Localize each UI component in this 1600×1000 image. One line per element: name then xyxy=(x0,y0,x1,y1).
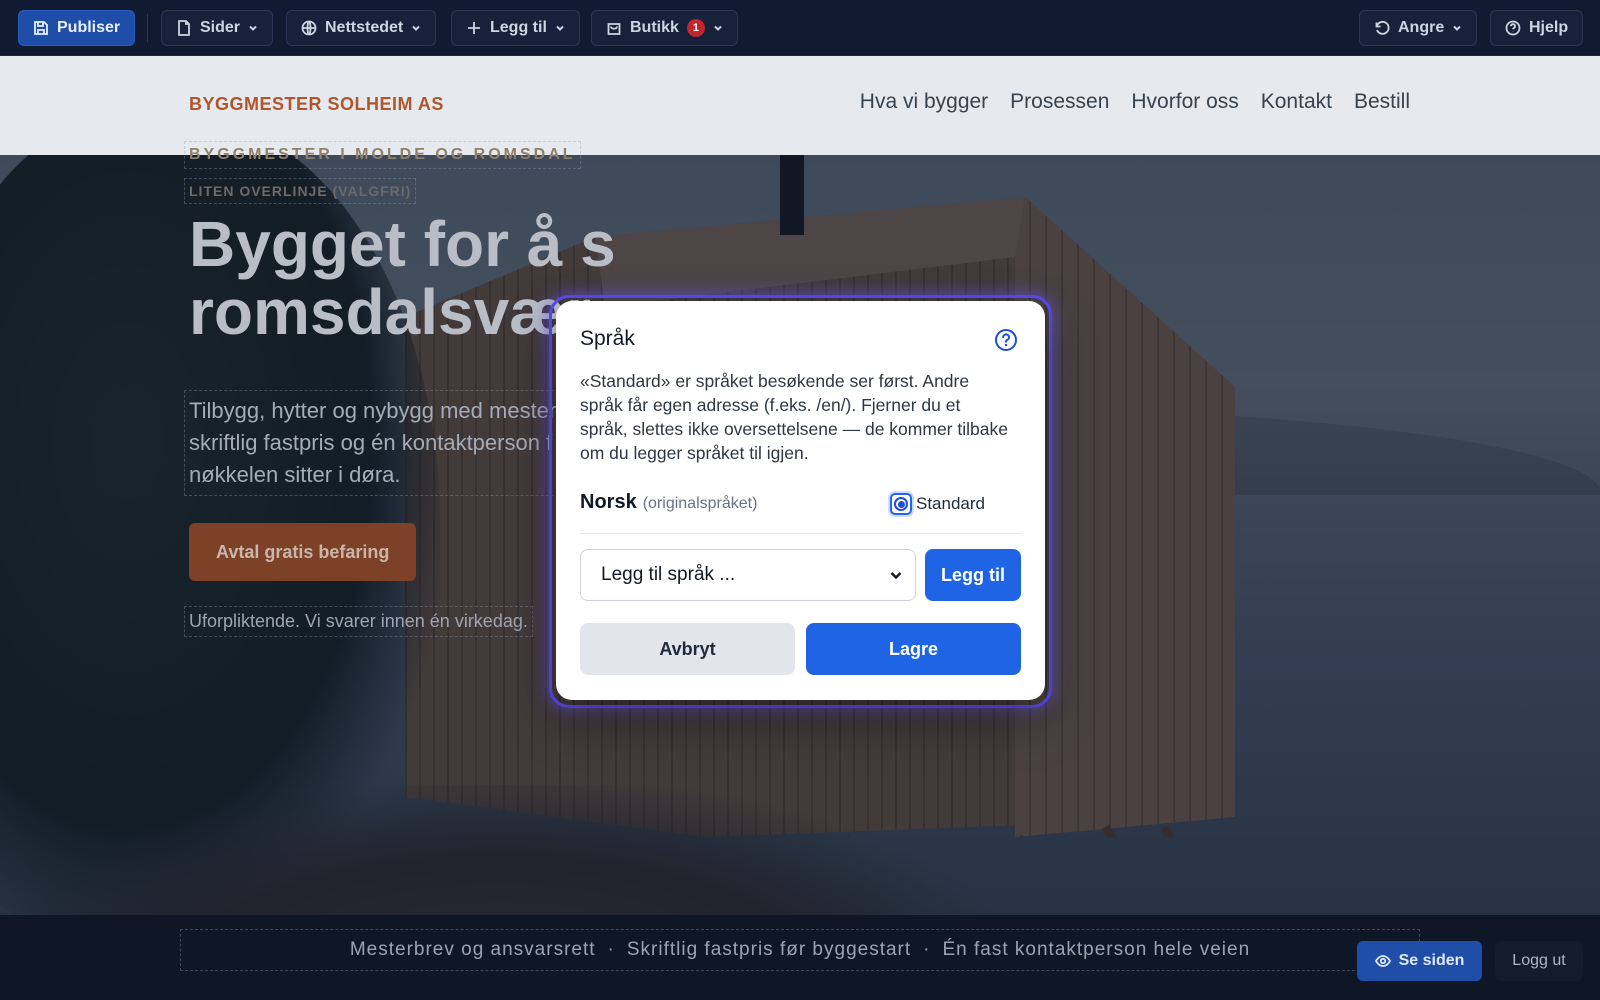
trust-list: Mesterbrev og ansvarsrett · Skriftlig fa… xyxy=(180,929,1420,971)
save-button[interactable]: Lagre xyxy=(806,623,1021,675)
help-icon[interactable] xyxy=(994,328,1018,352)
hero-title-line-1: Bygget for å s xyxy=(189,208,616,280)
book-inspection-button[interactable]: Avtal gratis befaring xyxy=(189,523,417,581)
trust-item-contact-person: Én fast kontaktperson hele veien xyxy=(942,939,1251,960)
undo-icon xyxy=(1375,20,1390,35)
trust-item-fixed-price: Skriftlig fastpris før byggestart xyxy=(626,939,912,960)
website-menu-button[interactable]: Nettstedet xyxy=(286,10,437,46)
trust-separator: · xyxy=(923,939,931,960)
publish-button[interactable]: Publiser xyxy=(18,10,136,46)
cancel-button[interactable]: Avbryt xyxy=(580,623,795,675)
trust-separator: · xyxy=(607,939,615,960)
language-dialog: Språk «Standard» er språket besøkende se… xyxy=(556,301,1045,700)
chevron-down-icon xyxy=(714,25,722,31)
trust-item-certificate: Mesterbrev og ansvarsrett xyxy=(349,939,596,960)
shop-count-badge: 1 xyxy=(686,19,705,37)
dialog-title: Språk xyxy=(580,327,635,350)
default-radio[interactable] xyxy=(890,493,912,515)
radio-selected-dot xyxy=(894,497,908,511)
chevron-down-icon xyxy=(890,572,902,580)
chevron-down-icon xyxy=(412,25,420,31)
admin-toolbar: Publiser Sider Nettstedet Legg til Butik… xyxy=(0,0,1600,56)
logout-button[interactable]: Logg ut xyxy=(1495,941,1583,981)
eye-icon xyxy=(1374,955,1391,967)
hero-overline: LITEN OVERLINJE (VALGFRI) xyxy=(183,178,417,204)
undo-button[interactable]: Angre xyxy=(1359,10,1478,46)
view-site-button[interactable]: Se siden xyxy=(1357,941,1482,981)
site-header: BYGGMESTER SOLHEIM AS Hva vi bygger Pros… xyxy=(0,56,1600,155)
plus-icon xyxy=(468,22,480,34)
help-label: Hjelp xyxy=(1529,19,1569,36)
dialog-divider xyxy=(580,533,1021,534)
cta-note: Uforpliktende. Vi svarer innen én virked… xyxy=(184,606,533,637)
language-original-note: (originalspråket) xyxy=(642,495,758,512)
chevron-down-icon xyxy=(556,25,564,31)
help-icon xyxy=(1505,20,1521,36)
view-site-label: Se siden xyxy=(1398,952,1465,969)
default-label: Standard xyxy=(916,494,985,513)
chevron-down-icon xyxy=(1453,25,1461,31)
help-button[interactable]: Hjelp xyxy=(1490,10,1584,46)
add-language-select[interactable]: Legg til språk ... xyxy=(580,549,916,601)
chevron-down-icon xyxy=(249,25,257,31)
nav-item-process[interactable]: Prosessen xyxy=(1010,90,1109,114)
publish-label: Publiser xyxy=(57,19,121,36)
nav-item-why-us[interactable]: Hvorfor oss xyxy=(1131,90,1238,114)
pages-menu-button[interactable]: Sider xyxy=(161,10,274,46)
shop-menu-button[interactable]: Butikk 1 xyxy=(591,10,738,46)
shopping-bag-icon xyxy=(607,23,621,35)
hero-lead-text: Tilbygg, hytter og nybygg med mester skr… xyxy=(184,390,614,496)
add-label: Legg til xyxy=(490,19,547,36)
dialog-description: «Standard» er språket besøkende ser førs… xyxy=(580,371,1008,463)
site-nav: Hva vi bygger Prosessen Hvorfor oss Kont… xyxy=(860,90,1410,114)
nav-item-contact[interactable]: Kontakt xyxy=(1261,90,1332,114)
language-name: Norsk xyxy=(580,491,637,513)
undo-label: Angre xyxy=(1398,19,1445,36)
save-icon xyxy=(34,21,48,35)
nav-item-order[interactable]: Bestill xyxy=(1354,90,1410,114)
page-icon xyxy=(178,20,190,36)
site-logo[interactable]: BYGGMESTER SOLHEIM AS xyxy=(189,94,444,115)
add-language-button[interactable]: Legg til xyxy=(925,549,1021,601)
hero-eyebrow: BYGGMESTER I MOLDE OG ROMSDAL xyxy=(184,141,581,169)
website-label: Nettstedet xyxy=(325,19,404,36)
default-language-option[interactable]: Standard xyxy=(890,493,985,515)
add-language-select-value: Legg til språk ... xyxy=(601,564,736,585)
globe-icon xyxy=(301,20,317,36)
pages-label: Sider xyxy=(200,19,241,36)
shop-label: Butikk xyxy=(630,19,679,36)
add-menu-button[interactable]: Legg til xyxy=(451,10,580,46)
nav-item-what-we-build[interactable]: Hva vi bygger xyxy=(860,90,988,114)
toolbar-divider xyxy=(147,14,148,42)
